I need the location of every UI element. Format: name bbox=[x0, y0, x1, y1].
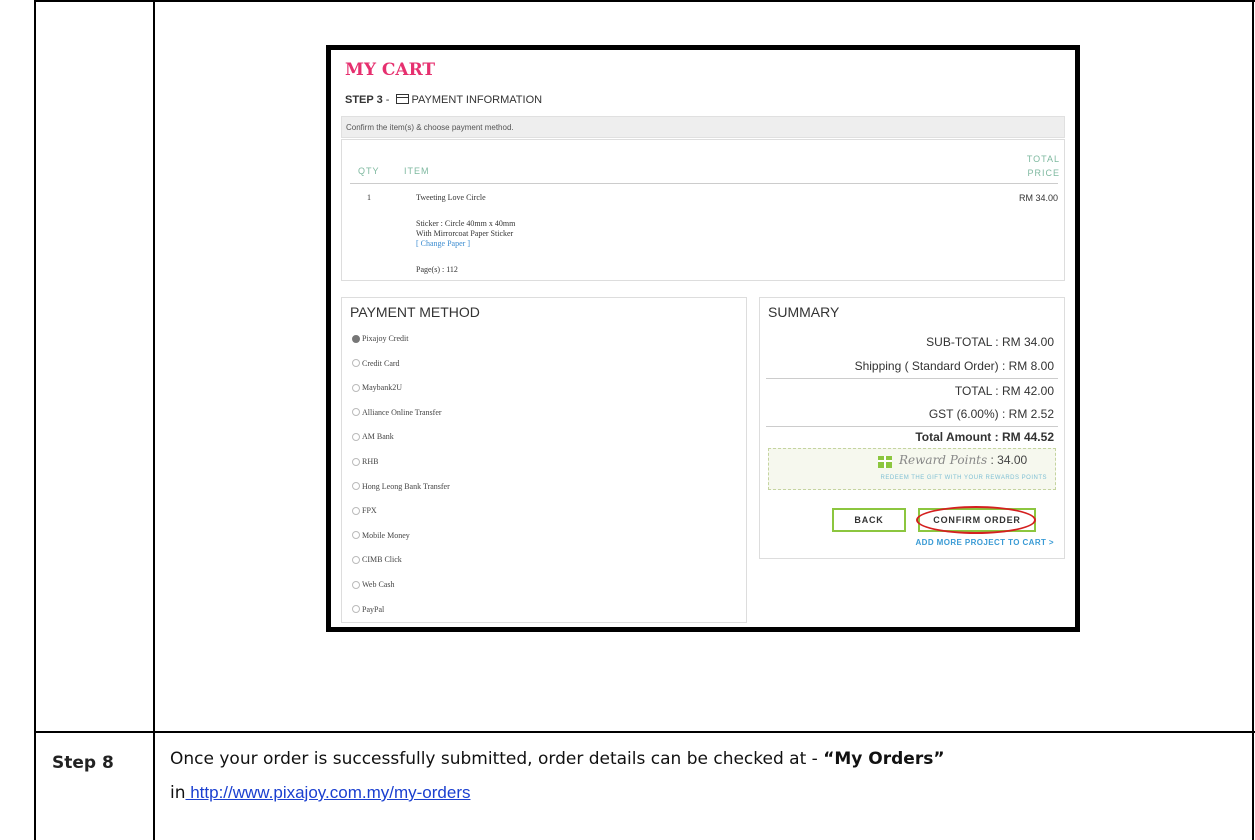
payment-option[interactable]: Alliance Online Transfer bbox=[352, 408, 442, 417]
reward-points-box[interactable]: Reward Points : 34.00 REDEEM THE GIFT WI… bbox=[768, 448, 1056, 490]
my-orders-link[interactable]: http://www.pixajoy.com.my/my-orders bbox=[186, 783, 470, 802]
subtotal: SUB-TOTAL : RM 34.00 bbox=[926, 335, 1054, 349]
confirm-order-button[interactable]: CONFIRM ORDER bbox=[918, 508, 1036, 532]
payment-option-label: Web Cash bbox=[362, 580, 395, 589]
radio-button[interactable] bbox=[352, 457, 360, 466]
payment-option[interactable]: Mobile Money bbox=[352, 531, 410, 540]
radio-button[interactable] bbox=[352, 408, 360, 417]
step-title: PAYMENT INFORMATION bbox=[411, 94, 543, 106]
payment-option-label: Pixajoy Credit bbox=[362, 334, 409, 343]
cart-title: MY CART bbox=[345, 60, 436, 80]
radio-button[interactable] bbox=[352, 506, 360, 515]
gst: GST (6.00%) : RM 2.52 bbox=[928, 407, 1054, 421]
radio-button[interactable] bbox=[352, 555, 360, 564]
redeem-gift-link[interactable]: REDEEM THE GIFT WITH YOUR REWARDS POINTS bbox=[769, 475, 1047, 481]
payment-option-label: RHB bbox=[362, 457, 379, 466]
total-header-line2: PRICE bbox=[1027, 168, 1060, 178]
gift-icon bbox=[878, 456, 892, 468]
header-divider bbox=[350, 183, 1058, 184]
back-button[interactable]: BACK bbox=[832, 508, 906, 532]
table-border-top bbox=[34, 0, 1255, 2]
item-price: RM 34.00 bbox=[1018, 193, 1058, 203]
summary-title: SUMMARY bbox=[768, 304, 840, 320]
summary-panel: SUMMARY SUB-TOTAL : RM 34.00 Shipping ( … bbox=[759, 297, 1065, 559]
radio-button[interactable] bbox=[352, 432, 360, 441]
step-number: STEP 3 bbox=[345, 94, 383, 106]
payment-option[interactable]: Web Cash bbox=[352, 580, 394, 589]
radio-button[interactable] bbox=[352, 482, 360, 491]
payment-method-panel: PAYMENT METHOD Pixajoy Credit Credit Card… bbox=[341, 297, 747, 623]
table-column-divider bbox=[153, 0, 155, 840]
total-amount: Total Amount : RM 44.52 bbox=[915, 430, 1054, 444]
step-heading: STEP 3 - PAYMENT INFORMATION bbox=[345, 94, 543, 106]
change-paper-link[interactable]: [ Change Paper ] bbox=[416, 239, 470, 248]
radio-button[interactable] bbox=[352, 383, 360, 392]
payment-option[interactable]: Hong Leong Bank Transfer bbox=[352, 482, 450, 491]
table-row-divider bbox=[34, 731, 1255, 733]
payment-option[interactable]: CIMB Click bbox=[352, 555, 402, 564]
payment-option-label: FPX bbox=[362, 506, 377, 516]
payment-method-title: PAYMENT METHOD bbox=[350, 304, 480, 320]
item-name: Tweeting Love Circle bbox=[416, 193, 486, 202]
reward-points: Reward Points : 34.00 bbox=[899, 453, 1028, 467]
payment-option[interactable]: FPX bbox=[352, 506, 377, 515]
payment-option[interactable]: Maybank2U bbox=[352, 383, 402, 392]
radio-button[interactable] bbox=[352, 531, 360, 540]
payment-option-label: CIMB Click bbox=[362, 555, 402, 565]
step-description: Once your order is successfully submitte… bbox=[170, 749, 945, 803]
item-qty: 1 bbox=[367, 193, 371, 202]
payment-option-label: Mobile Money bbox=[362, 530, 410, 540]
payment-option-label: Credit Card bbox=[362, 358, 400, 368]
item-detail-paper: With Mirrorcoat Paper Sticker bbox=[416, 229, 514, 238]
payment-option-label: Maybank2U bbox=[362, 383, 402, 393]
payment-option[interactable]: Credit Card bbox=[352, 359, 400, 368]
radio-button[interactable] bbox=[352, 580, 360, 589]
payment-option-label: AM Bank bbox=[362, 432, 394, 442]
payment-option[interactable]: AM Bank bbox=[352, 432, 394, 441]
summary-divider bbox=[766, 426, 1058, 427]
summary-divider bbox=[766, 378, 1058, 379]
instruction-bar: Confirm the item(s) & choose payment met… bbox=[341, 116, 1065, 138]
item-detail-size: Sticker : Circle 40mm x 40mm bbox=[416, 219, 516, 228]
shipping: Shipping ( Standard Order) : RM 8.00 bbox=[854, 359, 1054, 373]
add-more-project-link[interactable]: ADD MORE PROJECT TO CART > bbox=[916, 538, 1055, 547]
item-header: ITEM bbox=[404, 166, 430, 176]
payment-option[interactable]: Pixajoy Credit bbox=[352, 334, 408, 343]
payment-option-label: Alliance Online Transfer bbox=[362, 407, 442, 417]
total: TOTAL : RM 42.00 bbox=[954, 384, 1054, 398]
credit-card-icon bbox=[395, 94, 409, 104]
cart-screenshot: MY CART STEP 3 - PAYMENT INFORMATION Con… bbox=[326, 45, 1080, 632]
qty-header: QTY bbox=[358, 166, 380, 176]
payment-option-label: Hong Leong Bank Transfer bbox=[362, 481, 450, 491]
radio-button[interactable] bbox=[352, 605, 360, 614]
total-header-line1: TOTAL bbox=[1026, 154, 1060, 164]
my-orders-label: “My Orders” bbox=[823, 749, 945, 769]
table-border-left bbox=[34, 0, 36, 840]
payment-option[interactable]: RHB bbox=[352, 457, 378, 466]
step-label: Step 8 bbox=[52, 753, 114, 773]
radio-button[interactable] bbox=[352, 359, 360, 368]
payment-option-label: PayPal bbox=[362, 604, 385, 614]
cart-items-table: QTY ITEM TOTAL PRICE 1 Tweeting Love Cir… bbox=[341, 139, 1065, 281]
table-border-right bbox=[1252, 0, 1254, 840]
item-pages: Page(s) : 112 bbox=[416, 265, 458, 274]
radio-button[interactable] bbox=[352, 334, 360, 343]
payment-option[interactable]: PayPal bbox=[352, 605, 384, 614]
